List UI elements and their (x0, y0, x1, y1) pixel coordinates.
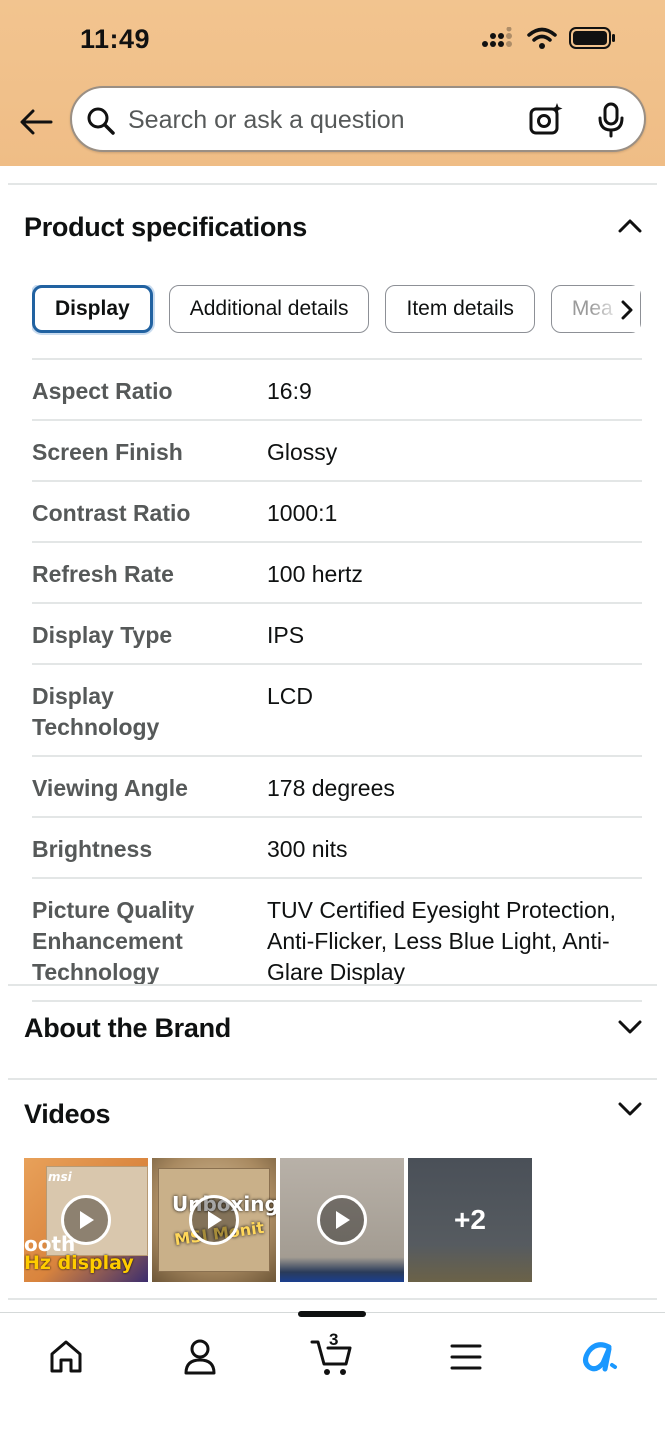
home-icon (50, 1340, 82, 1373)
spec-value: Glossy (267, 439, 338, 465)
spec-key: Display Type (32, 622, 173, 648)
cart-count: 3 (329, 1330, 339, 1349)
bottom-nav: 3 (0, 1311, 665, 1440)
active-tab-indicator (298, 1311, 366, 1317)
nav-cart[interactable]: 3 (308, 1330, 358, 1381)
video-thumbnail[interactable]: msi ooth Hz display (24, 1158, 148, 1282)
tab-display[interactable]: Display (32, 285, 153, 333)
spec-key: Refresh Rate (32, 561, 174, 587)
spec-value: 300 nits (267, 836, 348, 862)
more-videos-count: +2 (454, 1204, 486, 1235)
spec-row: Screen Finish Glossy (32, 419, 642, 480)
nav-home[interactable] (42, 1333, 90, 1381)
video-thumbnail-more[interactable]: +2 (408, 1158, 532, 1282)
tab-measurements[interactable]: Mea (550, 285, 641, 333)
thumb-caption: Hz display (24, 1252, 134, 1274)
spec-table: Aspect Ratio 16:9 Screen Finish Glossy C… (32, 358, 642, 1002)
spec-key: Brightness (32, 836, 153, 862)
battery-icon (569, 27, 615, 49)
spec-tabs: Display Additional details Item details … (32, 285, 642, 335)
app-header: 11:49 (0, 0, 665, 166)
search-input[interactable] (128, 100, 508, 140)
spec-value: TUV Certified Eyesight Protection, Anti-… (267, 897, 616, 985)
spec-row: Refresh Rate 100 hertz (32, 541, 642, 602)
nav-rufus-assistant[interactable] (575, 1333, 623, 1381)
tab-additional-details[interactable]: Additional details (168, 285, 370, 333)
play-icon (80, 1211, 94, 1229)
spec-row: Brightness 300 nits (32, 816, 642, 877)
play-icon (208, 1211, 222, 1229)
spec-key: Viewing Angle (32, 775, 188, 801)
about-brand-title[interactable]: About the Brand (24, 1013, 231, 1044)
spec-key: Picture Quality Enhancement Technology (32, 897, 195, 985)
video-thumbnail[interactable]: Unboxing MSI Monit (152, 1158, 276, 1282)
divider (8, 183, 657, 185)
video-thumbnail[interactable] (280, 1158, 404, 1282)
play-button[interactable] (61, 1195, 111, 1245)
play-button[interactable] (189, 1195, 239, 1245)
chevron-down-icon[interactable] (617, 1096, 643, 1122)
divider (8, 984, 657, 986)
spec-key: Aspect Ratio (32, 378, 173, 404)
microphone-icon[interactable] (596, 102, 626, 138)
spec-value: 1000:1 (267, 500, 338, 526)
spec-value: IPS (267, 622, 305, 648)
nav-menu[interactable] (442, 1333, 490, 1381)
spec-value: 100 hertz (267, 561, 363, 587)
search-icon (87, 107, 115, 135)
nav-account[interactable] (176, 1333, 224, 1381)
product-specs-title: Product specifications (24, 212, 307, 242)
spec-value: LCD (267, 683, 314, 709)
divider (8, 1078, 657, 1080)
menu-icon (450, 1344, 482, 1370)
spec-row: Aspect Ratio 16:9 (32, 358, 642, 419)
spec-row: Contrast Ratio 1000:1 (32, 480, 642, 541)
play-icon (336, 1211, 350, 1229)
videos-title[interactable]: Videos (24, 1099, 111, 1130)
spec-row: Display Technology LCD (32, 663, 642, 755)
spec-row: Viewing Angle 178 degrees (32, 755, 642, 816)
divider (8, 1298, 657, 1300)
rufus-icon (583, 1342, 617, 1372)
spec-row: Display Type IPS (32, 602, 642, 663)
spec-key: Display Technology (32, 683, 160, 740)
status-icons (481, 26, 617, 50)
spec-value: 16:9 (267, 378, 312, 404)
thumb-brand: msi (48, 1170, 72, 1184)
spec-value: 178 degrees (267, 775, 395, 801)
video-carousel: msi ooth Hz display Unboxing MSI Monit +… (24, 1158, 532, 1282)
camera-lens-icon[interactable] (528, 102, 564, 138)
person-icon (184, 1339, 216, 1375)
back-arrow-icon (20, 109, 53, 135)
tab-item-details[interactable]: Item details (385, 285, 535, 333)
chevron-right-icon[interactable] (620, 300, 634, 320)
spec-key: Screen Finish (32, 439, 183, 465)
back-button[interactable] (14, 100, 58, 144)
chevron-up-icon[interactable] (617, 213, 643, 239)
search-bar[interactable] (70, 86, 646, 152)
status-time: 11:49 (80, 24, 151, 54)
chevron-down-icon[interactable] (617, 1014, 643, 1040)
play-button[interactable] (317, 1195, 367, 1245)
spec-key: Contrast Ratio (32, 500, 191, 526)
signal-icon (482, 27, 512, 47)
wifi-icon (527, 27, 557, 49)
